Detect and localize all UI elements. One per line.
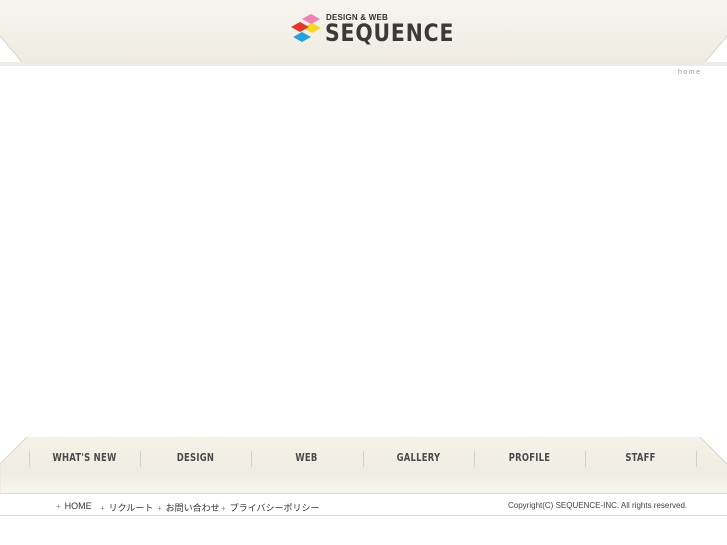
logo-diamonds-icon [291,14,321,42]
footer-link-label: リクルート [108,503,154,513]
footer-link-privacy[interactable]: + プライバシーポリシー [221,501,320,514]
nav-separator [251,451,252,467]
nav-whats-new[interactable]: WHAT'S NEW [37,451,131,467]
footer-divider-bottom [0,515,727,516]
nav-separator [585,451,586,467]
plus-icon: + [100,504,105,513]
header-divider [0,62,727,66]
logo-wordmark: SEQUENCE [325,19,455,47]
nav-web[interactable]: WEB [259,451,353,467]
footer-link-recruit[interactable]: + リクルート [100,501,153,514]
breadcrumb-home[interactable]: home [678,69,702,76]
nav-profile[interactable]: PROFILE [482,451,576,467]
copyright-text: Copyright(C) SEQUENCE-INC. All rights re… [508,501,688,510]
footer-link-label: お問い合わせ [165,503,220,513]
nav-separator [474,451,475,467]
footer-link-label: プライバシーポリシー [229,503,320,513]
nav-separator [29,451,30,467]
plus-icon: + [221,504,226,513]
footer-link-label: HOME [64,501,92,511]
plus-icon: + [56,502,61,511]
footer-divider-top [0,493,727,494]
main-navigation: WHAT'S NEW DESIGN WEB GALLERY PROFILE ST… [0,437,727,493]
nav-separator [696,451,697,467]
footer-link-contact[interactable]: + お問い合わせ [157,501,220,514]
nav-design[interactable]: DESIGN [148,451,242,467]
plus-icon: + [157,504,162,513]
nav-separator [363,451,364,467]
footer-link-home[interactable]: + HOME [56,501,92,511]
nav-gallery[interactable]: GALLERY [371,451,465,467]
nav-staff[interactable]: STAFF [593,451,687,467]
nav-separator [140,451,141,467]
